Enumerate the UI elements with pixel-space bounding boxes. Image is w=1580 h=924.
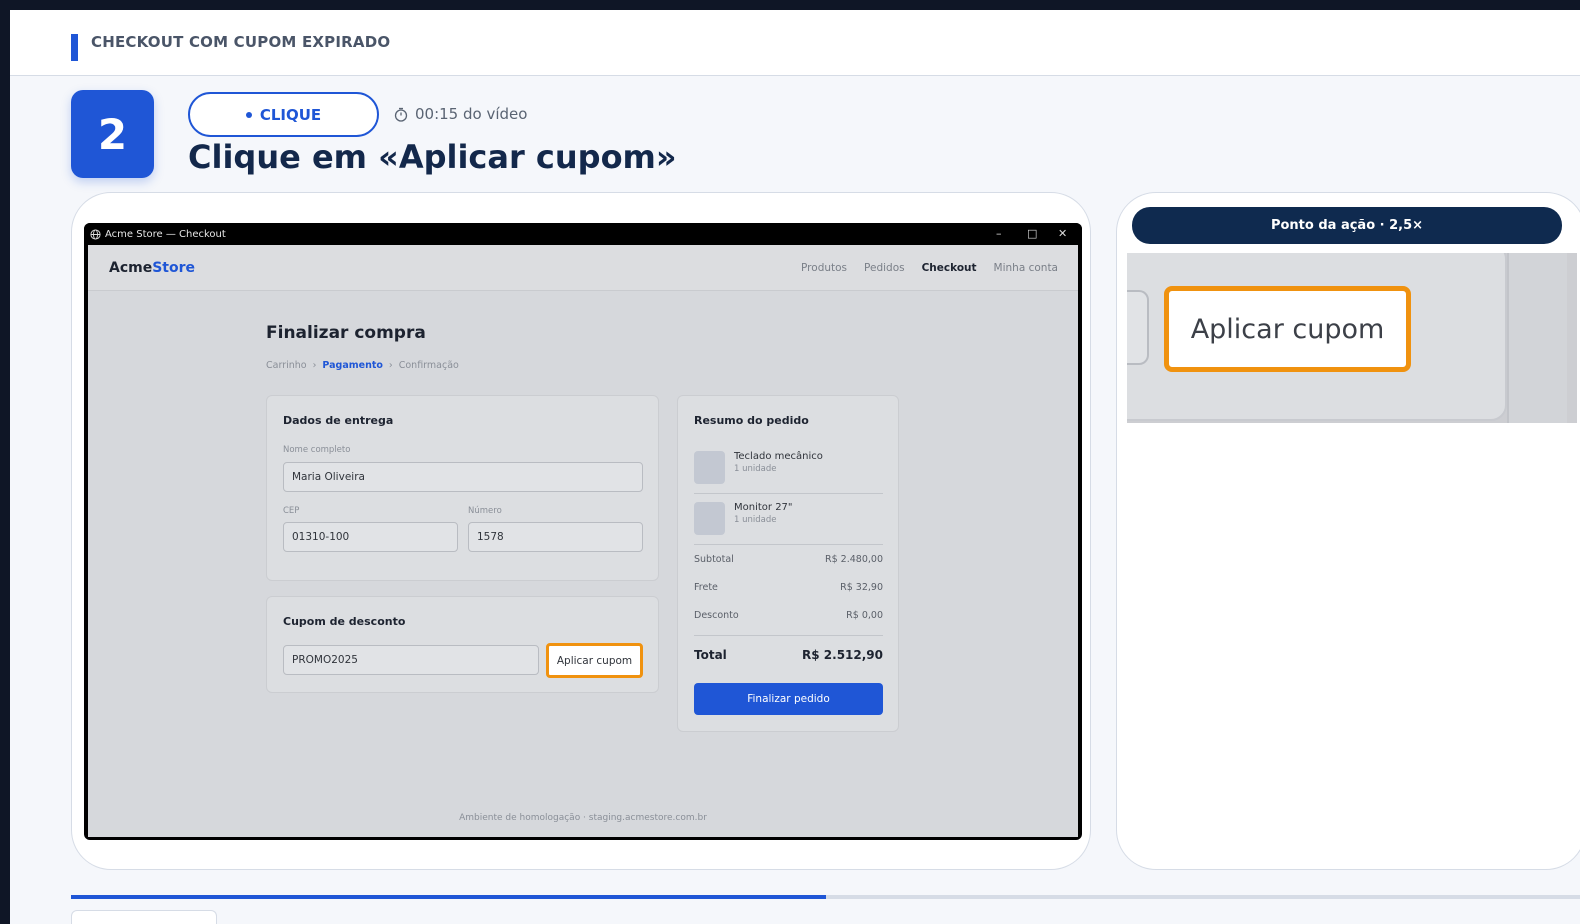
maximize-icon[interactable]: □ <box>1027 227 1037 240</box>
apply-coupon-button[interactable]: Aplicar cupom <box>546 643 643 678</box>
product-thumbnail <box>694 451 725 484</box>
number-label: Número <box>468 506 502 516</box>
action-type-badge: CLIQUE <box>188 92 379 137</box>
coupon-title: Cupom de desconto <box>283 615 406 628</box>
page-heading: Finalizar compra <box>266 323 426 343</box>
coupon-panel: Cupom de desconto PROMO2025 Aplicar cupo… <box>266 596 659 693</box>
subtotal-value: R$ 2.480,00 <box>825 554 883 565</box>
screenshot-card: Acme Store — Checkout – □ ✕ AcmeStore Pr… <box>71 192 1091 870</box>
divider <box>694 635 883 636</box>
zoom-view: Aplicar cupom <box>1127 253 1577 423</box>
brand-part-1: Acme <box>109 260 153 276</box>
shipping-label: Frete <box>694 582 718 593</box>
discount-row: Desconto R$ 0,00 <box>694 610 883 621</box>
breadcrumb-cart[interactable]: Carrinho <box>266 360 307 371</box>
shipping-value: R$ 32,90 <box>840 582 883 593</box>
step-number-badge: 2 <box>71 90 154 178</box>
subtotal-row: Subtotal R$ 2.480,00 <box>694 554 883 565</box>
product-name: Monitor 27" <box>734 502 793 513</box>
summary-item: Monitor 27" 1 unidade <box>694 502 793 535</box>
title-accent-bar <box>71 34 78 61</box>
window-titlebar: Acme Store — Checkout – □ ✕ <box>84 223 1082 245</box>
zoom-coupon-input <box>1127 290 1149 365</box>
discount-label: Desconto <box>694 610 739 621</box>
discount-value: R$ 0,00 <box>846 610 883 621</box>
close-icon[interactable]: ✕ <box>1058 227 1067 240</box>
product-qty: 1 unidade <box>734 515 777 525</box>
total-row: Total R$ 2.512,90 <box>694 648 883 662</box>
name-label: Nome completo <box>283 445 351 455</box>
divider <box>694 493 883 494</box>
nav-links: Produtos Pedidos Checkout Minha conta <box>801 262 1058 274</box>
step-title: Clique em «Aplicar cupom» <box>188 138 677 176</box>
stopwatch-icon <box>394 107 408 122</box>
breadcrumb-confirmation: Confirmação <box>398 360 459 371</box>
progress-fill <box>71 895 826 899</box>
name-input[interactable]: Maria Oliveira <box>283 462 643 492</box>
total-value: R$ 2.512,90 <box>802 648 883 662</box>
cep-label: CEP <box>283 506 300 516</box>
cep-input[interactable]: 01310-100 <box>283 522 458 552</box>
nav-item-produtos[interactable]: Produtos <box>801 262 847 274</box>
page: CHECKOUT COM CUPOM EXPIRADO 2 CLIQUE 00:… <box>10 10 1580 924</box>
zoom-card: Ponto da ação · 2,5× Aplicar cupom <box>1116 192 1580 870</box>
minimize-icon[interactable]: – <box>996 227 1002 240</box>
subtotal-label: Subtotal <box>694 554 734 565</box>
product-qty: 1 unidade <box>734 464 777 474</box>
divider <box>694 544 883 545</box>
delivery-title: Dados de entrega <box>283 414 394 427</box>
environment-footer: Ambiente de homologação · staging.acmest… <box>459 813 707 823</box>
timestamp-text: 00:15 do vídeo <box>415 105 528 123</box>
finish-order-button[interactable]: Finalizar pedido <box>694 683 883 715</box>
brand-logo[interactable]: AcmeStore <box>109 260 195 276</box>
action-type-label: CLIQUE <box>259 105 322 124</box>
bottom-button-stub[interactable] <box>71 910 217 924</box>
window-title: Acme Store — Checkout <box>105 228 226 240</box>
app-navbar: AcmeStore Produtos Pedidos Checkout Minh… <box>88 245 1078 291</box>
globe-icon <box>90 228 101 240</box>
video-timestamp: 00:15 do vídeo <box>394 105 527 123</box>
brand-part-2: Store <box>152 260 196 276</box>
app-viewport: AcmeStore Produtos Pedidos Checkout Minh… <box>88 245 1078 837</box>
delivery-panel: Dados de entrega Nome completo Maria Oli… <box>266 395 659 581</box>
nav-item-checkout[interactable]: Checkout <box>922 262 977 274</box>
summary-title: Resumo do pedido <box>694 414 809 427</box>
zoom-coupon-panel: Aplicar cupom <box>1127 253 1507 421</box>
progress-bar <box>71 895 1580 899</box>
coupon-input[interactable]: PROMO2025 <box>283 645 539 675</box>
captured-screen: Acme Store — Checkout – □ ✕ AcmeStore Pr… <box>84 223 1082 840</box>
summary-item: Teclado mecânico 1 unidade <box>694 451 823 484</box>
bullet-icon <box>245 111 252 118</box>
guide-title: CHECKOUT COM CUPOM EXPIRADO <box>91 33 391 51</box>
product-thumbnail <box>694 502 725 535</box>
breadcrumb-separator: › <box>388 360 393 371</box>
number-input[interactable]: 1578 <box>468 522 643 552</box>
product-name: Teclado mecânico <box>734 451 823 462</box>
breadcrumb: Carrinho › Pagamento › Confirmação <box>266 360 459 371</box>
zoom-apply-coupon-button: Aplicar cupom <box>1164 286 1411 372</box>
nav-item-pedidos[interactable]: Pedidos <box>864 262 905 274</box>
nav-item-minha-conta[interactable]: Minha conta <box>994 262 1058 274</box>
shipping-row: Frete R$ 32,90 <box>694 582 883 593</box>
zoom-summary-edge <box>1507 253 1567 423</box>
breadcrumb-payment: Pagamento <box>322 360 383 371</box>
top-bar: CHECKOUT COM CUPOM EXPIRADO <box>10 10 1580 76</box>
zoom-label: Ponto da ação · 2,5× <box>1132 207 1562 244</box>
order-summary-panel: Resumo do pedido Teclado mecânico 1 unid… <box>677 395 899 732</box>
breadcrumb-separator: › <box>312 360 317 371</box>
total-label: Total <box>694 648 727 662</box>
